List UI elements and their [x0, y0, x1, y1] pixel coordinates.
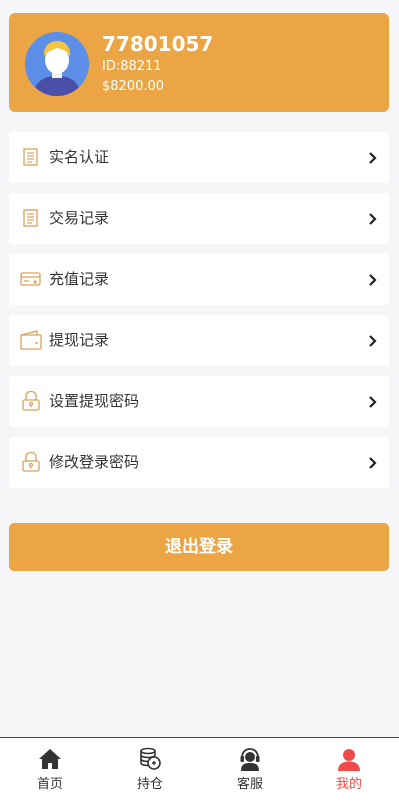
avatar[interactable] — [25, 32, 89, 96]
lock-icon — [22, 390, 40, 411]
menu-item-deposits[interactable]: 充值记录 — [9, 254, 389, 305]
balance: $8200.00 — [102, 79, 165, 94]
chevron-right-icon — [369, 335, 377, 347]
coins-icon — [140, 747, 161, 770]
menu-item-withdrawals[interactable]: 提现记录 — [9, 315, 389, 366]
chevron-right-icon — [369, 213, 377, 225]
menu-label: 充值记录 — [49, 270, 110, 288]
menu-item-transactions[interactable]: 交易记录 — [9, 193, 389, 244]
logout-button[interactable]: 退出登录 — [9, 523, 389, 571]
chevron-right-icon — [369, 396, 377, 408]
tab-label: 持仓 — [136, 777, 163, 792]
menu-label: 设置提现密码 — [49, 392, 140, 410]
card-icon — [20, 272, 41, 286]
chevron-right-icon — [369, 152, 377, 164]
user-icon — [338, 749, 360, 771]
user-id: ID:88211 — [102, 59, 162, 74]
menu-label: 交易记录 — [49, 209, 110, 227]
tab-support[interactable]: 客服 — [200, 738, 300, 804]
tab-label: 客服 — [236, 777, 263, 792]
menu-label: 实名认证 — [49, 148, 110, 166]
chevron-right-icon — [369, 274, 377, 286]
username: 77801057 — [102, 32, 214, 56]
document-icon — [23, 209, 38, 227]
chevron-right-icon — [369, 457, 377, 469]
tab-holdings[interactable]: 持仓 — [100, 738, 200, 804]
home-icon — [39, 749, 61, 769]
support-icon — [240, 748, 260, 771]
lock-icon — [22, 451, 40, 472]
profile-card: 77801057 ID:88211 $8200.00 — [9, 13, 389, 112]
menu-item-verification[interactable]: 实名认证 — [9, 132, 389, 183]
document-icon — [23, 148, 38, 166]
menu-label: 提现记录 — [49, 331, 110, 349]
tab-home[interactable]: 首页 — [0, 738, 100, 804]
tab-label: 我的 — [335, 777, 362, 792]
menu-item-change-login-password[interactable]: 修改登录密码 — [9, 437, 389, 488]
tab-mine[interactable]: 我的 — [299, 738, 399, 804]
bottom-tab-bar: 首页 持仓 客服 我的 — [0, 737, 399, 804]
menu-label: 修改登录密码 — [49, 453, 140, 471]
tab-label: 首页 — [36, 777, 63, 792]
menu-item-set-withdraw-password[interactable]: 设置提现密码 — [9, 376, 389, 427]
wallet-icon — [20, 330, 42, 350]
